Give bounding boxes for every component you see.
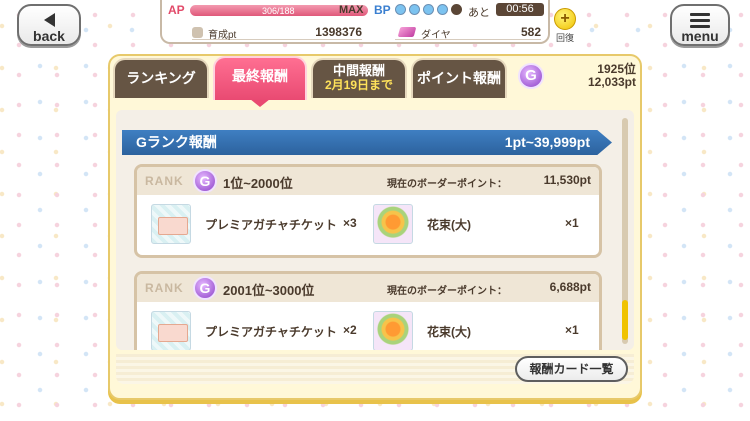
active-tab-pointer xyxy=(250,99,270,107)
reward-card-header: RANK G 1位~2000位 現在のボーダーポイント： 11,530pt xyxy=(137,167,599,195)
hamburger-icon xyxy=(672,10,728,28)
reward-item-qty: ×1 xyxy=(565,216,579,230)
ap-value: 306/188 xyxy=(262,6,295,16)
reward-list[interactable]: Gランク報酬 1pt~39,999pt RANK G 1位~2000位 現在のボ… xyxy=(116,110,634,350)
reward-item[interactable]: 花束(大) ×1 xyxy=(373,204,589,244)
g-rank-title: Gランク報酬 xyxy=(136,134,217,150)
training-pt: 育成pt 1398376 xyxy=(192,25,362,41)
bp-dot xyxy=(451,4,462,15)
reward-item-qty: ×3 xyxy=(343,216,357,230)
back-button-label: back xyxy=(33,28,65,44)
status-bar: AP 306/188 MAX BP あと 00:56 育成pt 1398376 … xyxy=(160,0,550,44)
reward-card-list-button[interactable]: 報酬カード一覧 xyxy=(515,356,628,382)
border-point-label: 現在のボーダーポイント： xyxy=(387,286,507,297)
recover-label: 回復 xyxy=(555,33,574,43)
training-pt-value: 1398376 xyxy=(315,25,362,39)
g-rank-range: 1pt~39,999pt xyxy=(504,134,590,150)
reward-card-header: RANK G 2001位~3000位 現在のボーダーポイント： 6,688pt xyxy=(137,274,599,302)
diamond-value: 582 xyxy=(520,25,541,39)
rank-range: 1位~2000位 xyxy=(223,176,293,191)
tab-interim-reward[interactable]: 中間報酬 2月19日まで xyxy=(311,58,407,98)
bp-label: BP xyxy=(374,3,391,17)
reward-item[interactable]: プレミアガチャチケット ×3 xyxy=(151,204,361,244)
reward-item-name: プレミアガチャチケット xyxy=(205,218,337,232)
border-point-value: 11,530pt xyxy=(543,173,591,187)
g-rank-badge-icon: G xyxy=(193,276,217,300)
gacha-ticket-icon xyxy=(151,204,191,244)
diamond-icon xyxy=(397,27,417,37)
tab-interim-deadline: 2月19日まで xyxy=(324,78,394,92)
bp-dot xyxy=(423,4,434,15)
rank-tag: RANK xyxy=(145,174,184,188)
reward-item-name: プレミアガチャチケット xyxy=(205,325,337,339)
diamond-label: ダイヤ xyxy=(421,30,451,41)
my-rank-points: 12,033pt xyxy=(587,75,636,89)
plus-coin-icon: + xyxy=(554,8,576,30)
reward-item[interactable]: プレミアガチャチケット ×2 xyxy=(151,311,361,350)
back-button[interactable]: back xyxy=(17,4,81,46)
ap-label: AP xyxy=(168,3,185,17)
reward-item-name: 花束(大) xyxy=(427,325,471,339)
border-point-label: 現在のボーダーポイント： xyxy=(387,179,507,190)
tab-final-reward[interactable]: 最終報酬 xyxy=(213,56,307,100)
tab-ranking[interactable]: ランキング xyxy=(113,58,209,98)
my-rank-summary: G 1925位 12,033pt xyxy=(512,58,640,96)
reward-item-name: 花束(大) xyxy=(427,218,471,232)
tab-point-reward[interactable]: ポイント報酬 xyxy=(411,58,507,98)
border-point-value: 6,688pt xyxy=(549,280,591,294)
scrollbar[interactable] xyxy=(622,118,628,344)
bp-dot xyxy=(395,4,406,15)
bp-dot xyxy=(409,4,420,15)
menu-button[interactable]: menu xyxy=(670,4,730,46)
ap-max-label: MAX xyxy=(339,4,364,16)
bouquet-icon xyxy=(373,311,413,350)
reward-item[interactable]: 花束(大) ×1 xyxy=(373,311,589,350)
tag-icon xyxy=(192,27,203,38)
bouquet-icon xyxy=(373,204,413,244)
bp-ato-label: あと xyxy=(468,7,490,19)
g-rank-badge-icon: G xyxy=(193,169,217,193)
rank-tag: RANK xyxy=(145,281,184,295)
reward-item-qty: ×1 xyxy=(565,323,579,337)
diamond-count: ダイヤ 582 xyxy=(395,25,541,41)
reward-item-qty: ×2 xyxy=(343,323,357,337)
bp-timer: 00:56 xyxy=(496,3,544,16)
gacha-ticket-icon xyxy=(151,311,191,350)
menu-button-label: menu xyxy=(681,28,719,44)
recover-button[interactable]: + 回復 xyxy=(551,8,579,44)
bp-gauge xyxy=(395,4,462,15)
rank-range: 2001位~3000位 xyxy=(223,283,315,298)
reward-card: RANK G 2001位~3000位 現在のボーダーポイント： 6,688pt … xyxy=(134,271,602,350)
bp-dot xyxy=(437,4,448,15)
g-rank-badge-icon: G xyxy=(518,63,544,89)
tab-interim-label: 中間報酬 xyxy=(332,63,385,78)
training-pt-label: 育成pt xyxy=(208,30,237,41)
scrollbar-thumb[interactable] xyxy=(622,300,628,340)
reward-card: RANK G 1位~2000位 現在のボーダーポイント： 11,530pt プレ… xyxy=(134,164,602,258)
back-arrow-icon xyxy=(19,10,79,28)
g-rank-header: Gランク報酬 1pt~39,999pt xyxy=(122,130,612,155)
